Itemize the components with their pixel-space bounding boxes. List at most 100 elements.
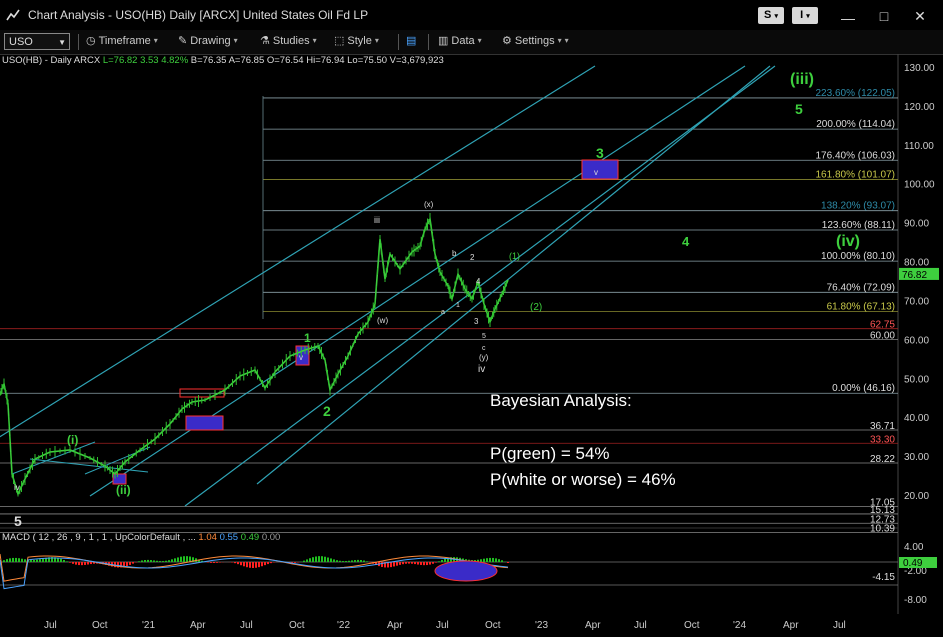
time-axis-label: '23 <box>535 620 549 631</box>
time-axis-label: '21 <box>142 620 156 631</box>
time-axis-label: Apr <box>585 620 601 631</box>
fib-level-label: 76.40% (72.09) <box>827 282 895 293</box>
support-level-label: 62.75 <box>870 320 895 331</box>
layout-button[interactable]: ▤ <box>406 34 416 47</box>
time-axis-label: '22 <box>337 620 351 631</box>
time-axis-label: Apr <box>190 620 206 631</box>
clock-icon: ◷ <box>86 35 96 47</box>
last-price-label: 76.82 <box>902 270 927 281</box>
time-axis-label: Apr <box>783 620 799 631</box>
support-level-label: 36.71 <box>870 421 895 432</box>
close-icon[interactable]: ✕ <box>910 8 930 24</box>
wave-label: iv <box>478 364 485 375</box>
i-menu-button[interactable]: I ▾ <box>792 7 818 24</box>
symbol-input[interactable]: USO ▼ <box>4 33 70 50</box>
price-axis-label: 60.00 <box>904 335 929 346</box>
price-axis-label: 70.00 <box>904 296 929 307</box>
fib-level-label: 161.80% (101.07) <box>815 170 895 181</box>
timeframe-button[interactable]: ◷ Timeframe ▾ <box>86 34 158 48</box>
layout-icon: ▤ <box>406 35 417 47</box>
drawing-button[interactable]: ✎ Drawing ▾ <box>178 34 238 48</box>
macd-axis-label: 4.00 <box>904 542 924 553</box>
trend-line <box>29 458 149 473</box>
fib-level-label: 200.00% (114.04) <box>816 119 895 130</box>
time-axis-label: Jul <box>833 620 846 631</box>
time-axis-label: Oct <box>684 620 700 631</box>
style-icon: ⬚ <box>334 35 345 47</box>
wave-label: a <box>441 309 445 316</box>
time-axis-label: Jul <box>436 620 449 631</box>
fib-level-label: 138.20% (93.07) <box>821 201 895 212</box>
window-title: Chart Analysis - USO(HB) Daily [ARCX] Un… <box>28 8 369 22</box>
price-axis-label: 130.00 <box>904 63 935 74</box>
wave-label: c <box>482 345 486 352</box>
macd-axis-label: -8.00 <box>904 595 927 606</box>
time-axis-label: Oct <box>92 620 108 631</box>
wave-label: 4 <box>476 277 481 286</box>
time-axis-label: '24 <box>733 620 747 631</box>
divider <box>398 34 399 50</box>
fib-level-label: 223.60% (122.05) <box>815 88 895 99</box>
price-axis-label: 110.00 <box>904 141 934 152</box>
price-axis-label: 100.00 <box>904 180 935 191</box>
wave-label: 5 <box>795 101 803 117</box>
time-axis-label: Jul <box>634 620 647 631</box>
chevron-down-icon: ▼ <box>58 38 66 47</box>
s-menu-button[interactable]: S ▾ <box>758 7 784 24</box>
price-axis-label: 40.00 <box>904 413 929 424</box>
chart-app-icon <box>6 9 20 21</box>
trend-line <box>11 441 96 475</box>
macd-last-label: 0.49 <box>903 558 923 569</box>
pencil-icon: ✎ <box>178 35 188 47</box>
target-box <box>185 415 224 431</box>
time-axis-label: Jul <box>240 620 253 631</box>
fib-level-label: 123.60% (88.11) <box>822 220 895 231</box>
price-axis-label: 30.00 <box>904 452 929 463</box>
chart-toolbar: USO ▼ ◷ Timeframe ▾ ✎ Drawing ▾ ⚗ Studies ▾ ⬚ St… <box>0 30 943 55</box>
wave-label: (ii) <box>116 483 131 497</box>
bayes-white-probability: P(white or worse) = 46% <box>490 470 676 489</box>
bar-chart-icon: ▥ <box>438 35 449 47</box>
wave-label: b <box>452 249 457 258</box>
wave-label: iii <box>374 215 380 225</box>
wave-label: (y) <box>479 353 489 362</box>
price-axis-label: 90.00 <box>904 219 929 230</box>
title-bar: Chart Analysis - USO(HB) Daily [ARCX] Un… <box>0 0 943 31</box>
wave-label: 3 <box>596 145 604 161</box>
wave-label: (1) <box>509 251 520 261</box>
maximize-icon[interactable]: □ <box>874 8 894 24</box>
style-button[interactable]: ⬚ Style ▾ <box>334 34 379 48</box>
bayes-green-probability: P(green) = 54% <box>490 444 610 463</box>
fib-level-label: 100.00% (80.10) <box>821 251 895 262</box>
fib-level-label: 61.80% (67.13) <box>827 302 895 313</box>
wave-label: 4 <box>682 234 690 249</box>
divider <box>428 34 429 50</box>
data-button[interactable]: ▥ Data ▾ <box>438 34 482 48</box>
minimize-icon[interactable]: — <box>838 10 858 26</box>
wave-label: (i) <box>67 433 78 447</box>
target-box <box>581 159 619 180</box>
support-level-label: 10.39 <box>870 523 895 534</box>
wave-label: (2) <box>530 302 542 313</box>
settings-button[interactable]: ⚙ Settings ▾ ▾ <box>502 34 569 48</box>
wave-label: 3 <box>474 317 479 326</box>
time-axis-label: Oct <box>289 620 305 631</box>
studies-button[interactable]: ⚗ Studies ▾ <box>260 34 317 48</box>
wave-label: v <box>299 353 303 362</box>
wave-label: 5 <box>482 333 486 340</box>
time-axis: Jul Oct '21 Apr Jul Oct '22 Apr Jul Oct '23 Apr Jul O… <box>0 616 943 637</box>
channel-line <box>0 65 596 438</box>
support-level-label: 60.00 <box>870 330 895 341</box>
time-axis-label: Apr <box>387 620 403 631</box>
wave-label: 2 <box>323 403 331 419</box>
channel-line <box>89 65 746 497</box>
wave-label: (iii) <box>790 71 814 88</box>
fib-level-label: 0.00% (46.16) <box>832 383 895 394</box>
macd-level-label: -4.15 <box>872 572 895 583</box>
price-legend: USO(HB) - Daily ARCX L=76.82 3.53 4.82% … <box>2 55 444 66</box>
divider <box>78 34 79 50</box>
wave-label: 2 <box>470 253 475 262</box>
price-axis-label: 80.00 <box>904 258 929 269</box>
wave-label: 1 <box>456 302 460 309</box>
flask-icon: ⚗ <box>260 35 270 47</box>
